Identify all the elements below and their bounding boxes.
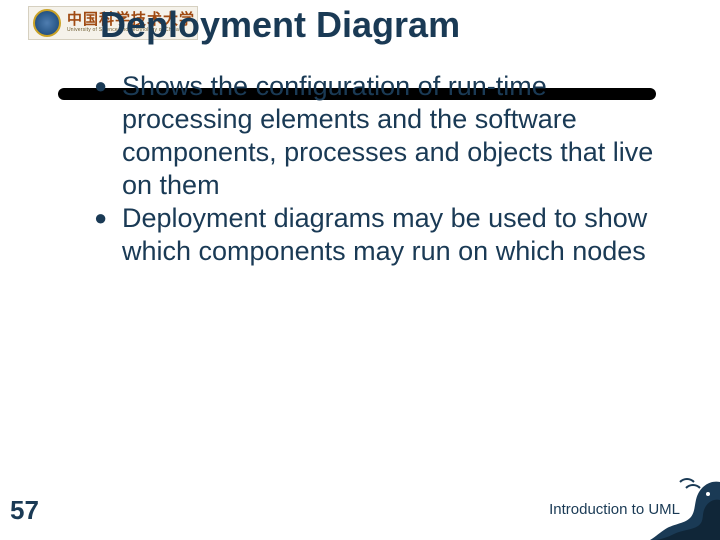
dragon-icon [650, 472, 720, 540]
bullet-text: Shows the configuration of run-time proc… [122, 70, 659, 202]
bullet-item: ● Deployment diagrams may be used to sho… [94, 202, 659, 268]
bullet-text: Deployment diagrams may be used to show … [122, 202, 659, 268]
page-number: 57 [10, 495, 39, 526]
slide: 中国科学技术大学 University of Science and Techn… [0, 0, 720, 540]
bullet-icon: ● [94, 202, 122, 268]
slide-title: Deployment Diagram [100, 4, 460, 46]
body-text: ● Shows the configuration of run-time pr… [94, 70, 659, 268]
bullet-icon: ● [94, 70, 122, 202]
seal-icon [33, 9, 61, 37]
bullet-item: ● Shows the configuration of run-time pr… [94, 70, 659, 202]
